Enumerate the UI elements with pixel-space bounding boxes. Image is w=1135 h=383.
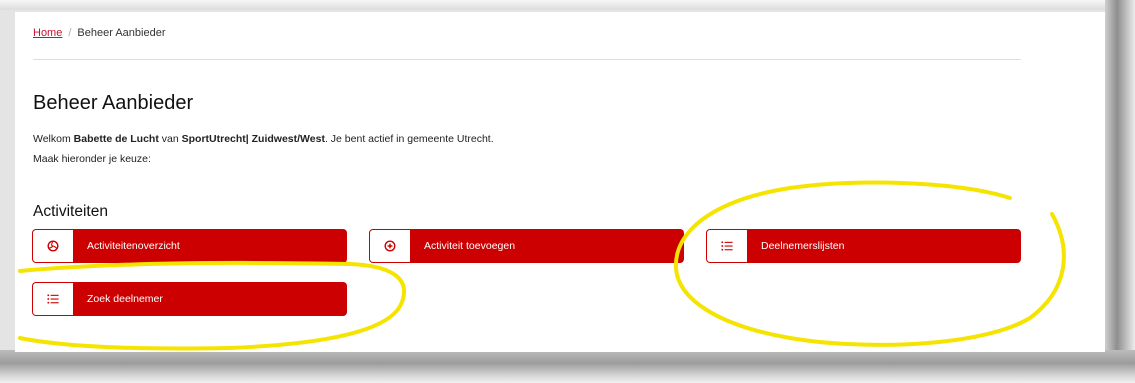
breadcrumb-home-link[interactable]: Home [33, 27, 62, 39]
activiteitenoverzicht-label: Activiteitenoverzicht [87, 240, 180, 252]
screenshot-right-edge [1105, 0, 1135, 383]
instruction-text: Maak hieronder je keuze: [33, 153, 151, 165]
list-icon [707, 230, 747, 262]
welcome-text: Welkom Babette de Lucht van SportUtrecht… [33, 133, 494, 145]
zoek-deelnemer-button[interactable]: Zoek deelnemer [32, 282, 347, 316]
activiteitenoverzicht-button[interactable]: Activiteitenoverzicht [32, 229, 347, 263]
welcome-mid: van [158, 133, 182, 145]
activiteit-toevoegen-label: Activiteit toevoegen [424, 240, 516, 252]
welcome-organization: SportUtrecht| Zuidwest/West [181, 133, 325, 145]
plus-circle-icon [370, 230, 410, 262]
activiteit-toevoegen-button[interactable]: Activiteit toevoegen [369, 229, 684, 263]
breadcrumb-separator: / [68, 27, 72, 39]
screenshot-bottom-edge [0, 350, 1135, 383]
breadcrumb: Home / Beheer Aanbieder [33, 27, 165, 39]
breadcrumb-current: Beheer Aanbieder [77, 27, 166, 39]
welcome-user-name: Babette de Lucht [73, 133, 159, 145]
content-panel: Home / Beheer Aanbieder Beheer Aanbieder W… [15, 12, 1105, 352]
screenshot-top-edge [0, 0, 1135, 10]
volleyball-icon [33, 230, 73, 262]
welcome-prefix: Welkom [33, 133, 74, 145]
deelnemerslijsten-button[interactable]: Deelnemerslijsten [706, 229, 1021, 263]
welcome-suffix: . Je bent actief in gemeente Utrecht. [324, 133, 494, 145]
zoek-deelnemer-label: Zoek deelnemer [87, 293, 163, 305]
header-divider [33, 59, 1021, 60]
activities-section-title: Activiteiten [33, 203, 108, 220]
deelnemerslijsten-label: Deelnemerslijsten [761, 240, 845, 252]
list-icon [33, 283, 73, 315]
page-title: Beheer Aanbieder [33, 92, 194, 114]
